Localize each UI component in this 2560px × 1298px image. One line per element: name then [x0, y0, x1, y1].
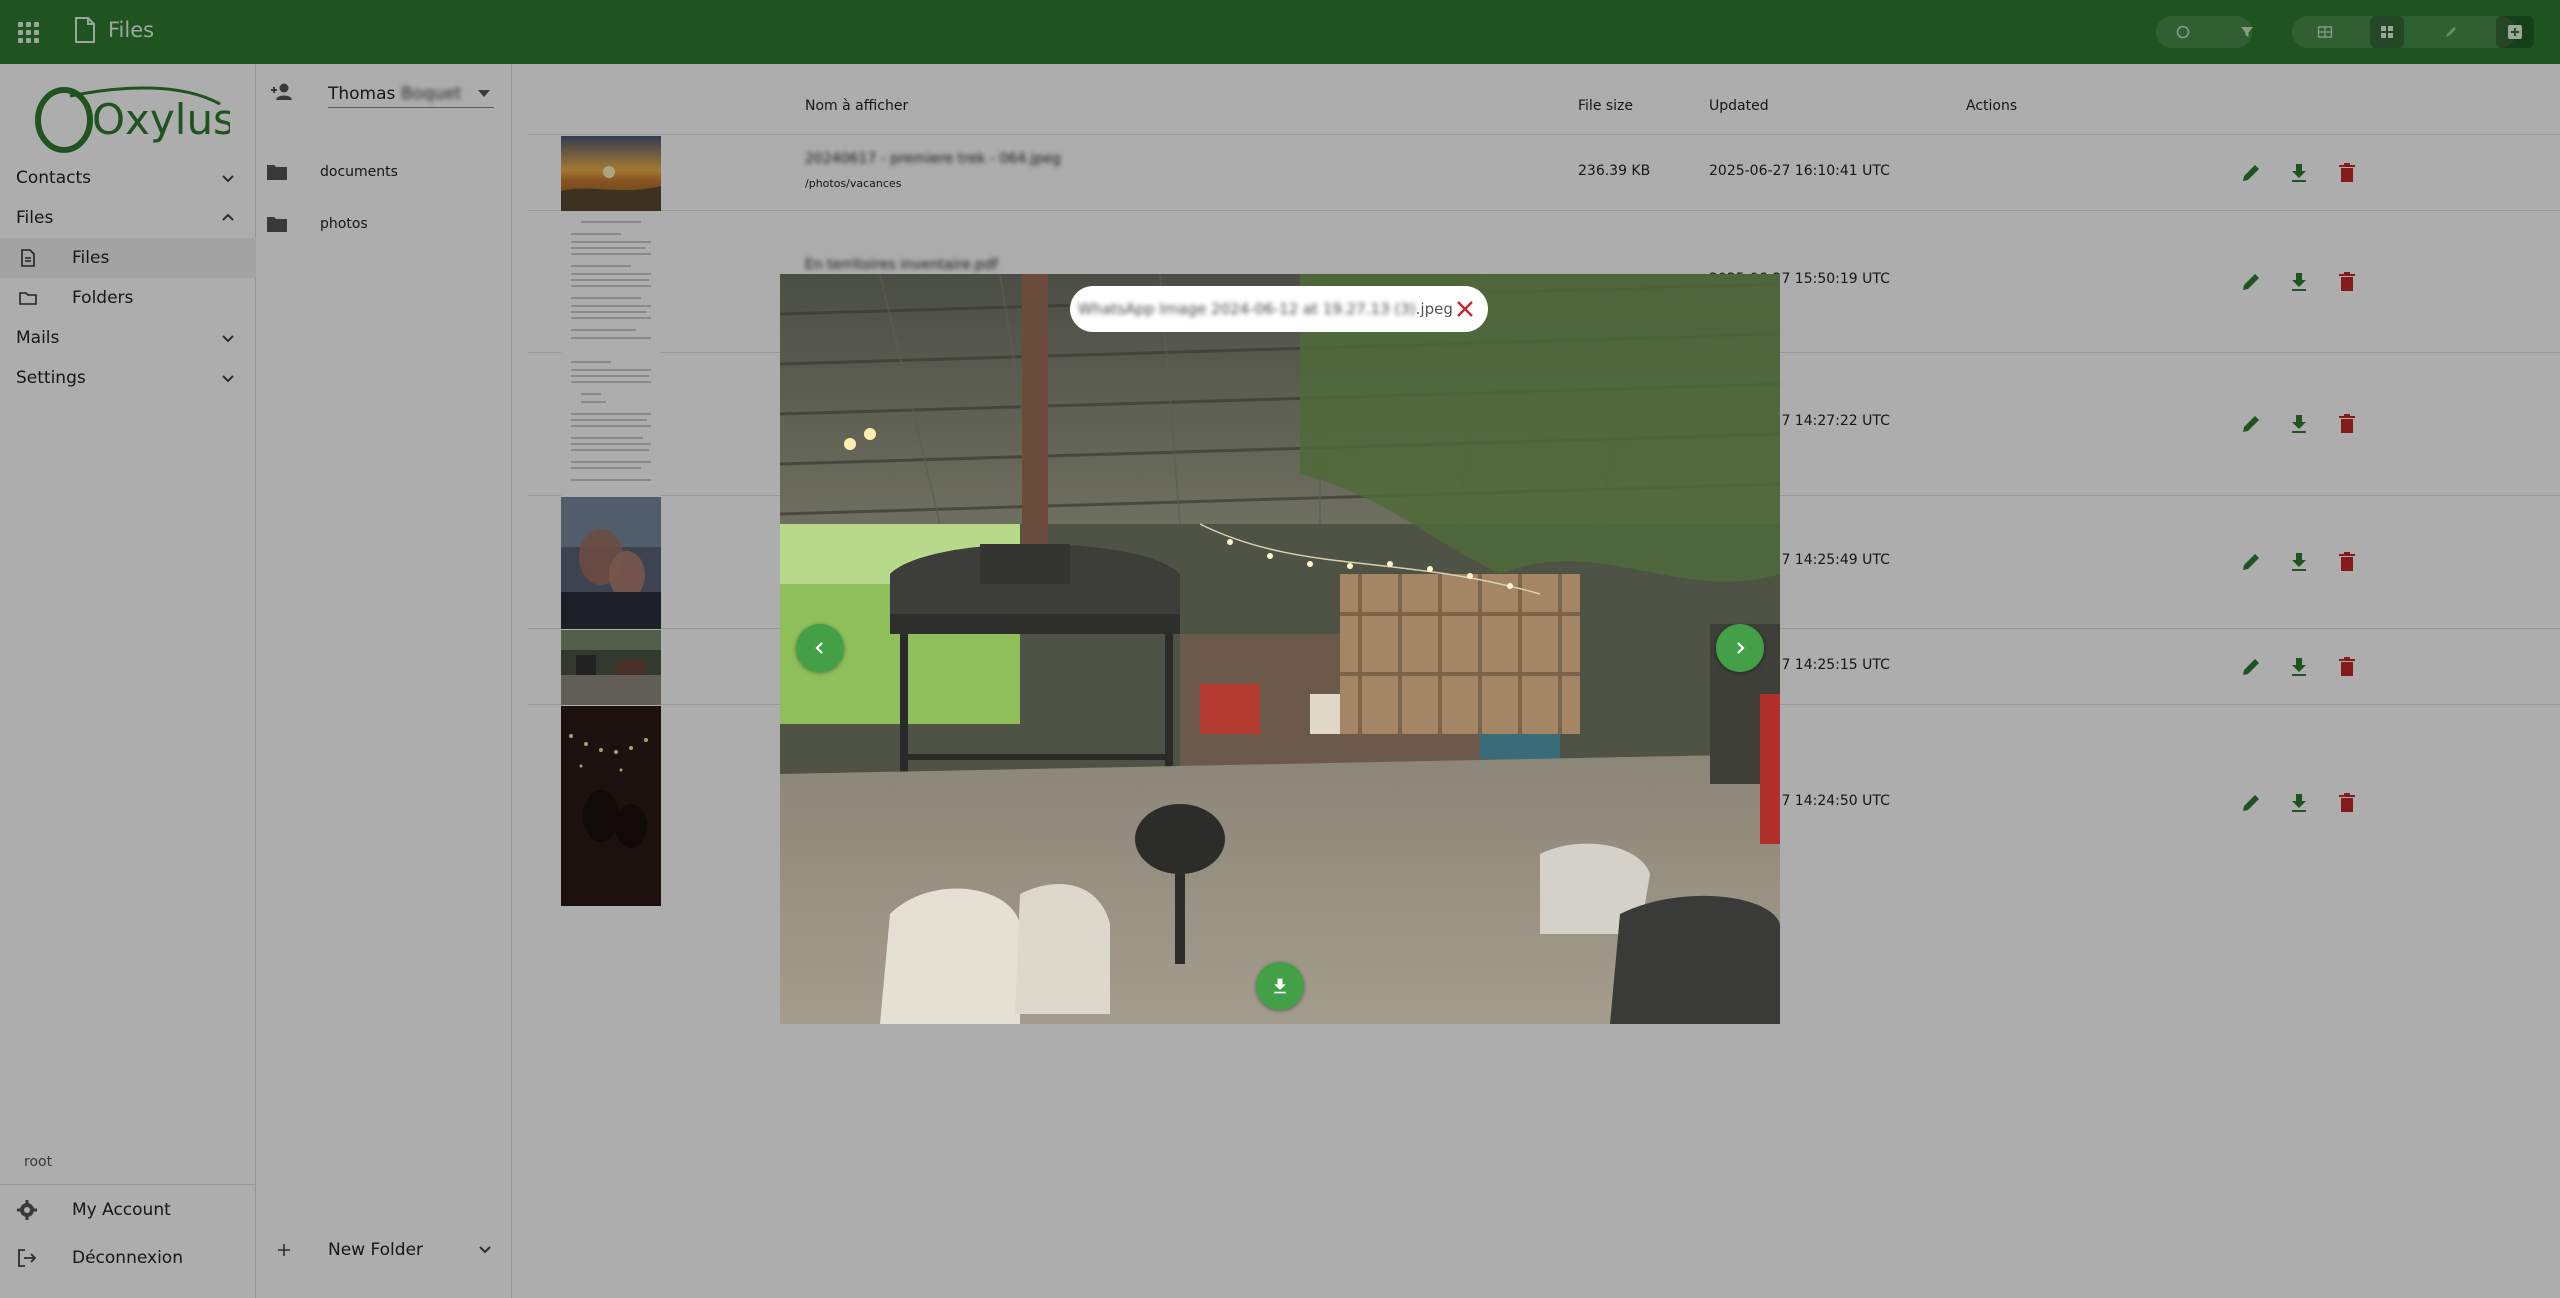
download-image-button[interactable]	[1256, 962, 1304, 1010]
preview-photo	[780, 274, 1780, 1024]
chevron-right-icon	[1737, 642, 1745, 654]
viewer-extension: .jpeg	[1415, 300, 1453, 318]
previous-image-button[interactable]	[796, 624, 844, 672]
chevron-left-icon	[815, 642, 823, 654]
image-viewer: WhatsApp Image 2024-06-12 at 19.27.13 (3…	[780, 274, 1780, 1024]
next-image-button[interactable]	[1716, 624, 1764, 672]
download-icon	[1274, 978, 1286, 994]
filename-pill: WhatsApp Image 2024-06-12 at 19.27.13 (3…	[1070, 286, 1488, 332]
viewer-filename: WhatsApp Image 2024-06-12 at 19.27.13 (3…	[1078, 300, 1416, 318]
close-icon[interactable]	[1454, 298, 1476, 320]
